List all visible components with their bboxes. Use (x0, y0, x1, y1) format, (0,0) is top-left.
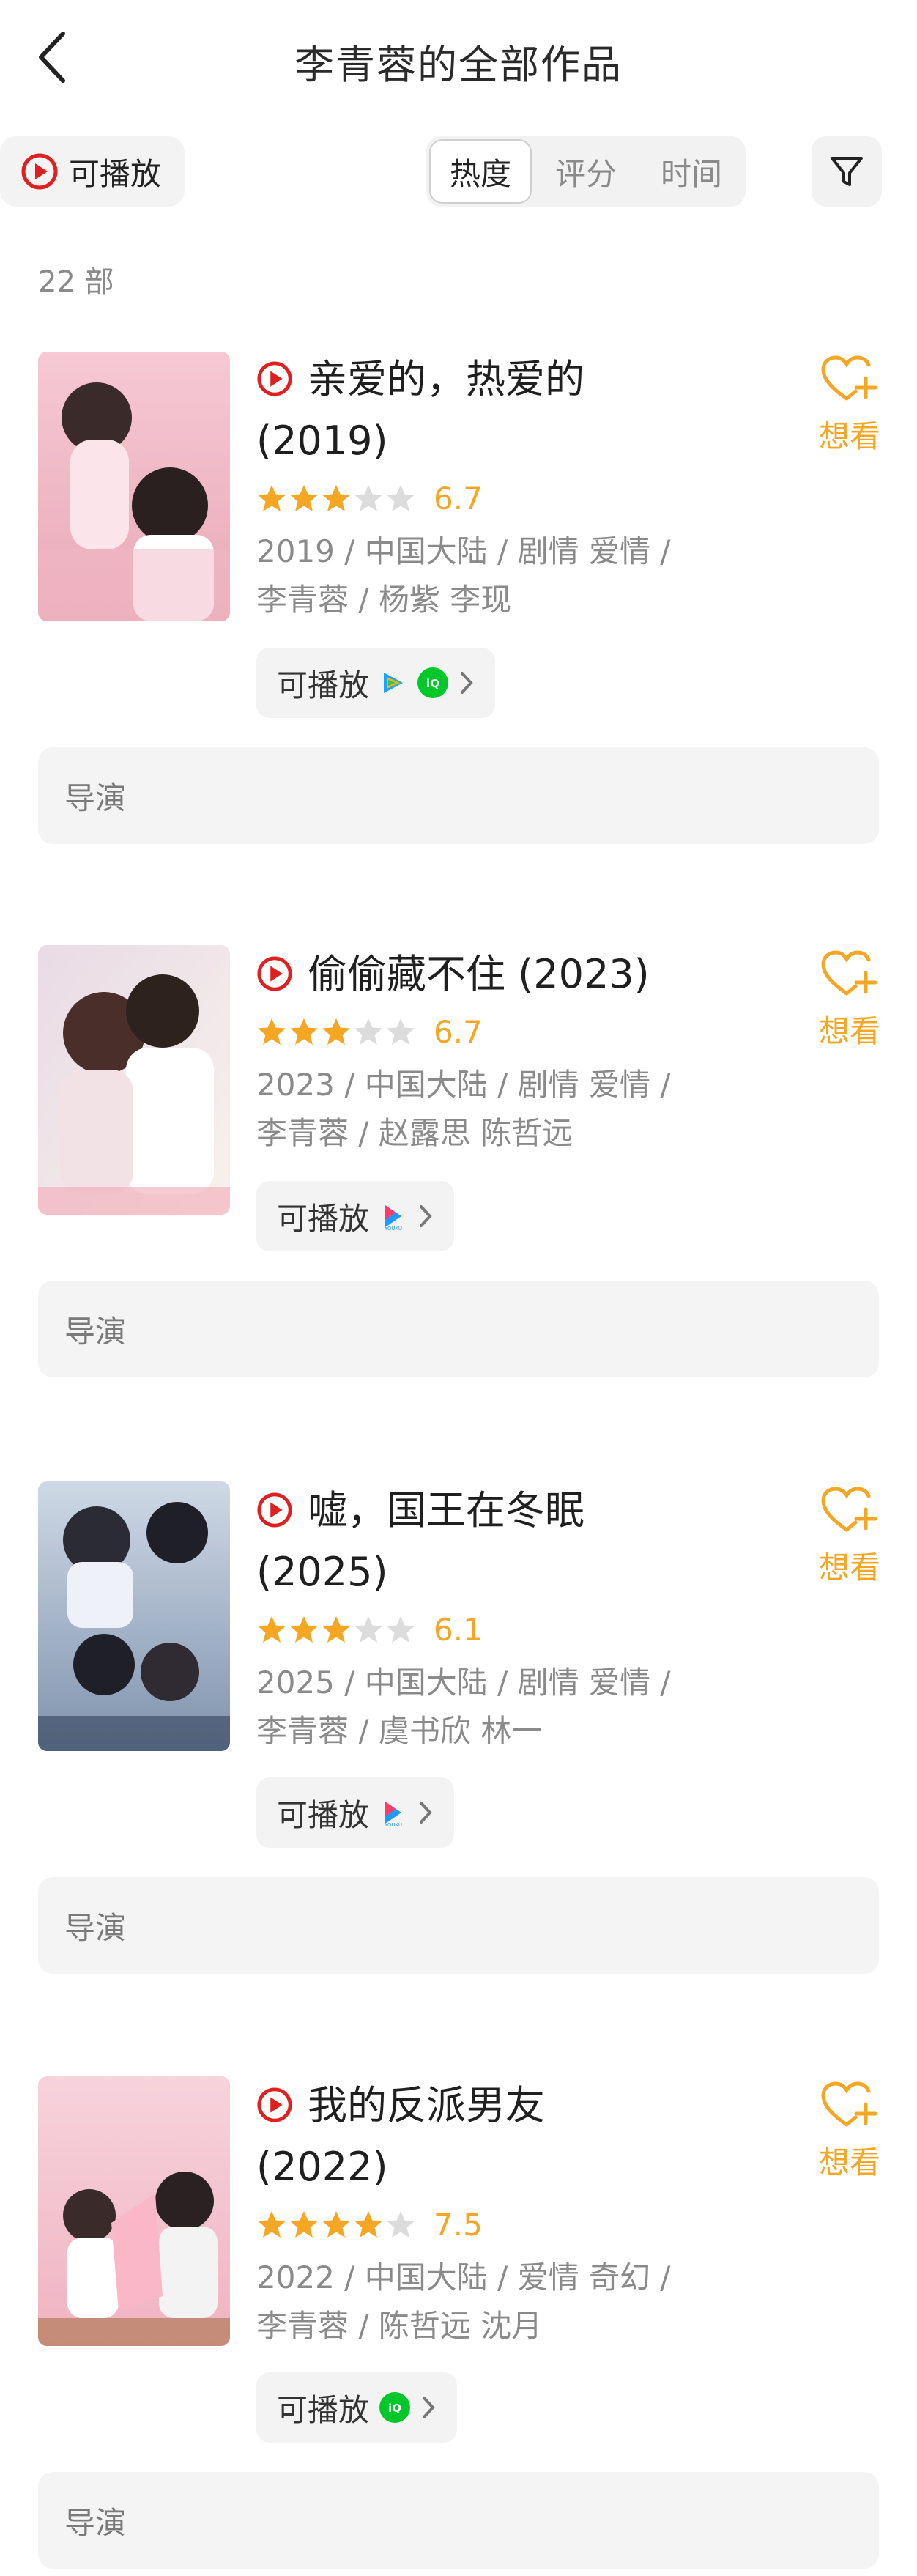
meta-line: 2019 / 中国大陆 / 剧情 爱情 / (256, 533, 671, 569)
playable-label: 可播放 (277, 2391, 370, 2428)
iqiyi-icon: iQ (379, 2392, 411, 2423)
work-title[interactable]: 嘘，国王在冬眠 (2025) (256, 1480, 798, 1603)
meta-line: 2025 / 中国大陆 / 剧情 爱情 / (256, 1665, 671, 1700)
tencent-video-icon (384, 673, 404, 693)
playable-sources-button[interactable]: 可播放 YOUKU (256, 1181, 455, 1251)
filter-button[interactable] (812, 136, 882, 207)
tab-rating[interactable]: 评分 (535, 139, 637, 204)
sort-tabs: 热度 评分 时间 (426, 136, 746, 207)
play-circle-icon (21, 153, 58, 190)
chevron-right-icon (423, 2397, 435, 2418)
chevron-right-icon (420, 1205, 432, 1227)
work-title[interactable]: 偷偷藏不住 (2023) (256, 944, 798, 1005)
funnel-icon (831, 157, 863, 186)
work-title-text: 亲爱的，热爱的 (308, 356, 584, 402)
work-title[interactable]: 亲爱的，热爱的 (2019) (256, 349, 798, 472)
filter-toolbar: 可播放 热度 评分 时间 (0, 136, 917, 207)
rating-stars: 7.5 (256, 2207, 483, 2243)
work-meta: 2023 / 中国大陆 / 剧情 爱情 / 李青蓉 / 赵露思 陈哲远 (256, 1061, 798, 1158)
work-title[interactable]: 我的反派男友 (2022) (256, 2075, 798, 2198)
work-title-text: 我的反派男友 (308, 2082, 545, 2128)
cast-line: 李青蓉 / 赵露思 陈哲远 (256, 1115, 573, 1151)
poster-image[interactable] (38, 352, 230, 621)
cast-line: 李青蓉 / 杨紫 李现 (256, 582, 512, 618)
playable-filter-button[interactable]: 可播放 (0, 136, 185, 207)
want-to-watch-label: 想看 (818, 1013, 880, 1049)
cast-line: 李青蓉 / 陈哲远 沈月 (256, 2308, 543, 2344)
playable-label: 可播放 (277, 667, 370, 703)
playable-label: 可播放 (277, 1200, 370, 1237)
svg-text:YOUKU: YOUKU (384, 1226, 402, 1232)
svg-text:iQ: iQ (388, 2402, 401, 2415)
work-title-year: (2022) (256, 2144, 388, 2190)
want-to-watch-button[interactable]: 想看 (806, 950, 894, 1051)
poster-image[interactable] (38, 1481, 230, 1751)
want-to-watch-label: 想看 (818, 418, 880, 454)
work-meta: 2025 / 中国大陆 / 剧情 爱情 / 李青蓉 / 虞书欣 林一 (256, 1659, 798, 1755)
work-title-text: 嘘，国王在冬眠 (308, 1487, 584, 1533)
work-meta: 2019 / 中国大陆 / 剧情 爱情 / 李青蓉 / 杨紫 李现 (256, 528, 798, 624)
page-title: 李青蓉的全部作品 (294, 42, 623, 88)
rating-value: 6.7 (434, 481, 483, 517)
heart-plus-icon (821, 355, 877, 401)
star-rating-icon (258, 2210, 415, 2238)
rating-stars: 6.7 (256, 481, 483, 517)
rating-value: 6.7 (434, 1014, 483, 1050)
want-to-watch-button[interactable]: 想看 (806, 1486, 894, 1588)
play-circle-icon (257, 956, 292, 991)
rating-value: 6.1 (434, 1612, 483, 1648)
playable-sources-button[interactable]: 可播放 iQ (256, 2372, 458, 2443)
top-bar: 李青蓉的全部作品 (0, 0, 917, 117)
star-rating-icon (258, 484, 415, 511)
heart-plus-icon (821, 2081, 877, 2127)
heart-plus-icon (821, 950, 877, 996)
chevron-right-icon (461, 672, 473, 694)
work-title-year: (2025) (256, 1549, 388, 1595)
play-circle-icon (257, 361, 292, 396)
youku-icon: YOUKU (384, 1802, 402, 1828)
poster-image[interactable] (38, 945, 230, 1215)
work-meta: 2022 / 中国大陆 / 爱情 奇幻 / 李青蓉 / 陈哲远 沈月 (256, 2254, 798, 2350)
meta-line: 2022 / 中国大陆 / 爱情 奇幻 / (256, 2259, 671, 2295)
director-row[interactable]: 导演 (38, 1877, 879, 1974)
director-row[interactable]: 导演 (38, 2472, 879, 2569)
want-to-watch-button[interactable]: 想看 (806, 355, 894, 456)
playable-sources-button[interactable]: 可播放 iQ (256, 648, 496, 718)
want-to-watch-button[interactable]: 想看 (806, 2081, 894, 2183)
play-circle-icon (257, 2087, 292, 2122)
star-rating-icon (258, 1018, 415, 1045)
youku-icon: YOUKU (384, 1205, 402, 1232)
tab-hot[interactable]: 热度 (429, 139, 532, 204)
playable-sources-button[interactable]: 可播放 YOUKU (256, 1777, 455, 1848)
rating-stars: 6.7 (256, 1014, 483, 1050)
svg-text:iQ: iQ (426, 677, 439, 690)
poster-image[interactable] (38, 2076, 230, 2346)
playable-label: 可播放 (277, 1796, 370, 1833)
cast-line: 李青蓉 / 虞书欣 林一 (256, 1713, 543, 1749)
works-count: 22 部 (38, 265, 114, 299)
meta-line: 2023 / 中国大陆 / 剧情 爱情 / (256, 1067, 671, 1103)
work-title-text: 偷偷藏不住 (2023) (308, 951, 650, 997)
director-row[interactable]: 导演 (38, 1281, 879, 1377)
want-to-watch-label: 想看 (818, 2144, 880, 2180)
director-row[interactable]: 导演 (38, 747, 879, 844)
play-circle-icon (257, 1492, 292, 1528)
rating-value: 7.5 (434, 2207, 483, 2243)
chevron-right-icon (420, 1802, 432, 1824)
iqiyi-icon: iQ (417, 667, 449, 698)
svg-text:YOUKU: YOUKU (384, 1822, 402, 1828)
want-to-watch-label: 想看 (818, 1550, 880, 1585)
star-rating-icon (258, 1615, 415, 1643)
tab-time[interactable]: 时间 (640, 139, 743, 204)
work-title-year: (2019) (256, 418, 388, 464)
playable-filter-label: 可播放 (69, 155, 162, 192)
heart-plus-icon (821, 1487, 877, 1532)
rating-stars: 6.1 (256, 1612, 483, 1648)
